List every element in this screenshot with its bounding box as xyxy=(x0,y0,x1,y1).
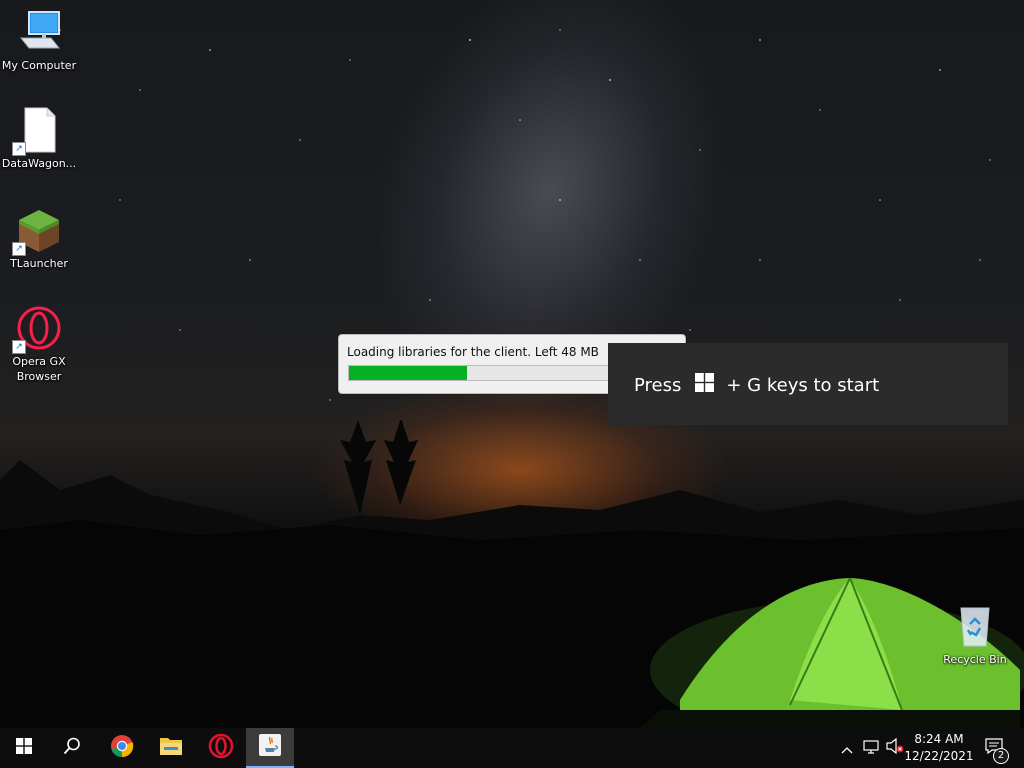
taskbar-java-button[interactable] xyxy=(246,728,294,768)
taskbar-clock[interactable]: 8:24 AM 12/22/2021 xyxy=(904,731,974,765)
search-button[interactable] xyxy=(48,728,96,768)
desktop-icon-label: My Computer xyxy=(1,59,77,72)
taskbar-file-explorer-button[interactable] xyxy=(147,728,195,768)
volume-muted-icon xyxy=(886,737,904,758)
network-tray-button[interactable] xyxy=(860,728,882,768)
computer-icon xyxy=(15,8,63,56)
opera-gx-icon: ↗ xyxy=(12,304,63,354)
desktop-icon-label: DataWagon... xyxy=(1,157,77,170)
chevron-up-icon xyxy=(841,739,853,758)
notification-count-badge: 2 xyxy=(993,748,1009,764)
volume-tray-button[interactable] xyxy=(884,728,906,768)
desktop-icon-datawagon[interactable]: ↗ DataWagon... xyxy=(0,106,78,171)
java-icon xyxy=(258,733,282,761)
shortcut-arrow-icon: ↗ xyxy=(12,142,26,156)
desktop-icon-label: TLauncher xyxy=(10,257,68,270)
toast-keys-text: + G keys to start xyxy=(726,374,880,396)
windows-logo-icon xyxy=(16,738,32,758)
start-button[interactable] xyxy=(0,728,48,768)
desktop-icon-my-computer[interactable]: My Computer xyxy=(0,8,78,73)
progress-fill xyxy=(349,366,468,380)
recycle-bin-icon xyxy=(951,602,999,650)
taskbar-opera-button[interactable] xyxy=(197,728,245,768)
clock-date: 12/22/2021 xyxy=(904,749,974,763)
action-center-button[interactable] xyxy=(976,728,1012,768)
toast-press-text: Press xyxy=(634,374,682,396)
show-hidden-icons-button[interactable] xyxy=(838,728,856,768)
shortcut-arrow-icon: ↗ xyxy=(12,242,26,256)
shortcut-arrow-icon: ↗ xyxy=(12,340,26,354)
loading-message: Loading libraries for the client. Left 4… xyxy=(347,345,599,359)
chrome-icon xyxy=(110,734,134,762)
windows-logo-icon xyxy=(695,373,715,397)
desktop-icon-label: Opera GX Browser xyxy=(12,355,66,383)
desktop-icon-opera-gx[interactable]: ↗ Opera GX Browser xyxy=(0,304,78,384)
game-bar-toast[interactable]: Press + G keys to start xyxy=(608,343,1008,425)
network-icon xyxy=(862,739,880,758)
search-icon xyxy=(63,737,81,759)
desktop-icon-recycle-bin[interactable]: Recycle Bin xyxy=(936,602,1014,667)
opera-icon xyxy=(208,733,234,763)
folder-icon xyxy=(159,735,183,761)
clock-time: 8:24 AM xyxy=(914,732,964,746)
taskbar-chrome-button[interactable] xyxy=(98,728,146,768)
file-icon: ↗ xyxy=(12,106,63,156)
minecraft-grass-block-icon: ↗ xyxy=(12,206,63,256)
taskbar: 8:24 AM 12/22/2021 xyxy=(0,728,1024,768)
desktop-icon-tlauncher[interactable]: ↗ TLauncher xyxy=(0,206,78,271)
desktop-icon-label: Recycle Bin xyxy=(943,653,1007,666)
